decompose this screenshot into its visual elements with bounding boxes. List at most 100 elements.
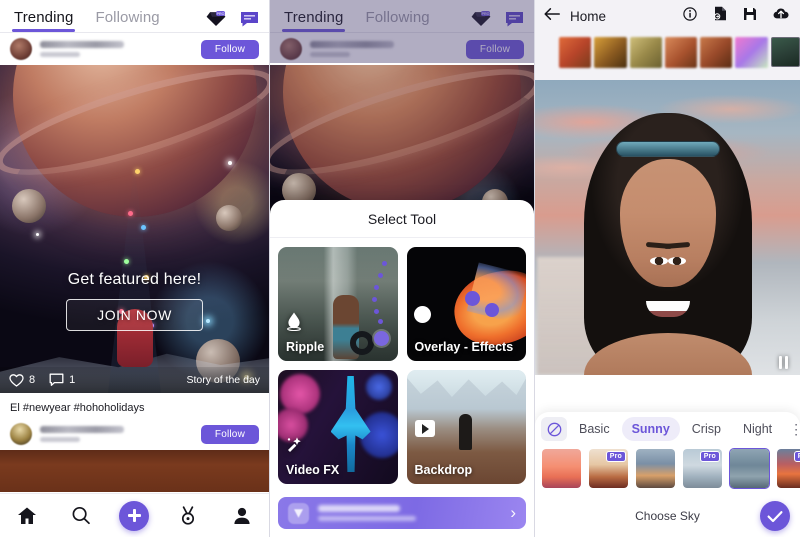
choose-sky-label: Choose Sky xyxy=(635,509,700,523)
follow-button-top[interactable]: Follow xyxy=(465,39,524,59)
sky-preview xyxy=(636,449,675,488)
editor-topbar: Home xyxy=(535,0,800,32)
image-thumbnail-strip[interactable] xyxy=(535,32,800,72)
search-icon xyxy=(72,506,90,525)
category-basic[interactable]: Basic xyxy=(569,417,620,441)
topbar-spacer xyxy=(535,72,800,80)
no-sky-icon[interactable] xyxy=(541,417,567,441)
magic-wand-icon xyxy=(286,436,304,459)
star-graphic xyxy=(228,161,232,165)
overlay-dot-2 xyxy=(484,303,499,317)
page-title: Home xyxy=(570,8,607,24)
tool-card-overlay-effects[interactable]: Overlay - Effects xyxy=(406,247,526,361)
sky-preview xyxy=(730,449,769,488)
feed-panel: Trending Following PRO Follow Get featur… xyxy=(0,0,270,537)
eye-right xyxy=(649,257,668,265)
promo-text-block xyxy=(318,505,510,521)
back-arrow-icon[interactable] xyxy=(544,7,561,26)
diamond-pro-icon[interactable]: PRO xyxy=(206,11,226,32)
play-frame-icon xyxy=(414,420,435,437)
tool-card-ripple[interactable]: Ripple xyxy=(278,247,398,361)
overlay-dot-1 xyxy=(464,291,480,306)
save-icon[interactable] xyxy=(743,7,757,26)
chat-bubble-icon[interactable] xyxy=(240,11,259,32)
category-crisp[interactable]: Crisp xyxy=(682,417,731,441)
tab-trending[interactable]: Trending xyxy=(11,9,76,32)
avatar[interactable] xyxy=(280,38,302,60)
nav-rewards[interactable] xyxy=(166,494,210,537)
chevron-right-icon: › xyxy=(510,503,516,522)
comment-count: 1 xyxy=(69,374,76,386)
like-stat[interactable]: 8 xyxy=(9,373,35,387)
home-icon xyxy=(17,507,36,524)
tool-card-video-fx[interactable]: Video FX xyxy=(278,370,398,484)
avatar[interactable] xyxy=(10,423,32,445)
hero-stats-bar: 8 1 Story of the day xyxy=(0,367,269,393)
diamond-shield-icon xyxy=(288,502,309,524)
info-icon[interactable] xyxy=(683,6,697,26)
thumb-4[interactable] xyxy=(664,36,698,68)
tab-following[interactable]: Following xyxy=(365,9,429,32)
feed-tabbar: Trending Following PRO xyxy=(0,0,269,32)
post-caption: El #newyear #hohoholidays xyxy=(0,393,269,418)
sky-thumb-2[interactable]: Pro xyxy=(588,448,629,489)
confirm-button[interactable] xyxy=(760,501,790,531)
plus-icon[interactable] xyxy=(119,500,150,531)
svg-text:PRO: PRO xyxy=(482,12,490,16)
comment-stat[interactable]: 1 xyxy=(49,373,75,387)
edited-photo[interactable] xyxy=(535,80,800,375)
document-export-icon[interactable] xyxy=(713,6,727,26)
thumb-3[interactable] xyxy=(629,36,662,68)
nav-search[interactable] xyxy=(59,494,103,537)
screenshot-collage: Trending Following PRO Follow Get featur… xyxy=(0,0,800,537)
more-vertical-icon[interactable]: ⋮ xyxy=(784,421,800,438)
avatar[interactable] xyxy=(10,38,32,60)
category-night[interactable]: Night xyxy=(733,417,782,441)
follow-button-bottom[interactable]: Follow xyxy=(200,424,259,444)
sky-thumb-6[interactable]: Pro xyxy=(776,448,800,489)
tool-card-backdrop[interactable]: Backdrop xyxy=(406,370,526,484)
tool-label-video-fx: Video FX xyxy=(286,463,340,477)
sky-picker-panel: Basic Sunny Crisp Night ⋮ Pro Pro Choose… xyxy=(535,412,800,537)
next-post-author-meta xyxy=(40,437,80,442)
join-now-button[interactable]: JOIN NOW xyxy=(66,299,203,331)
backdrop-person-graphic xyxy=(459,414,473,450)
nav-create[interactable] xyxy=(112,494,156,537)
thumb-1[interactable] xyxy=(559,36,592,68)
select-tool-sheet: Select Tool Ripple Overlay - Effects Vid… xyxy=(270,200,534,537)
sky-thumb-3[interactable] xyxy=(635,448,676,489)
follow-button-top[interactable]: Follow xyxy=(200,39,259,59)
chat-bubble-icon[interactable] xyxy=(505,11,524,32)
water-drop-icon xyxy=(286,311,302,336)
cloud-upload-icon[interactable] xyxy=(773,7,789,25)
post-author-info xyxy=(310,41,466,57)
hero-post-image[interactable]: Get featured here! JOIN NOW 8 1 Story of… xyxy=(0,65,269,393)
tab-following[interactable]: Following xyxy=(95,9,159,32)
heart-icon xyxy=(9,374,24,387)
nav-profile[interactable] xyxy=(220,494,264,537)
thumb-2[interactable] xyxy=(594,36,627,68)
next-post-preview[interactable] xyxy=(0,450,269,492)
pause-compare-icon[interactable] xyxy=(779,356,788,369)
promo-subtitle xyxy=(318,516,416,521)
sky-thumb-5-selected[interactable] xyxy=(729,448,770,489)
pro-badge: Pro xyxy=(605,451,626,462)
post-author-meta xyxy=(40,52,80,57)
category-sunny[interactable]: Sunny xyxy=(621,417,680,441)
nav-home[interactable] xyxy=(5,494,49,537)
diamond-pro-icon[interactable]: PRO xyxy=(471,11,491,32)
pro-promo-banner[interactable]: › xyxy=(278,497,526,529)
thumb-7-selected[interactable] xyxy=(770,37,800,67)
hero-call-to-action: Get featured here! JOIN NOW xyxy=(0,271,269,331)
post-header-row: Follow xyxy=(0,33,269,65)
portrait-subject xyxy=(580,107,756,375)
bottom-navigation xyxy=(0,493,269,537)
tab-trending[interactable]: Trending xyxy=(281,9,346,32)
thumb-6[interactable] xyxy=(735,36,768,68)
eyebrow-right xyxy=(645,241,672,250)
medal-icon xyxy=(182,506,195,525)
sky-thumb-4[interactable]: Pro xyxy=(682,448,723,489)
sky-thumb-1[interactable] xyxy=(541,448,582,489)
thumb-5[interactable] xyxy=(700,36,733,68)
tool-grid: Ripple Overlay - Effects Video FX Backdr… xyxy=(270,238,534,484)
